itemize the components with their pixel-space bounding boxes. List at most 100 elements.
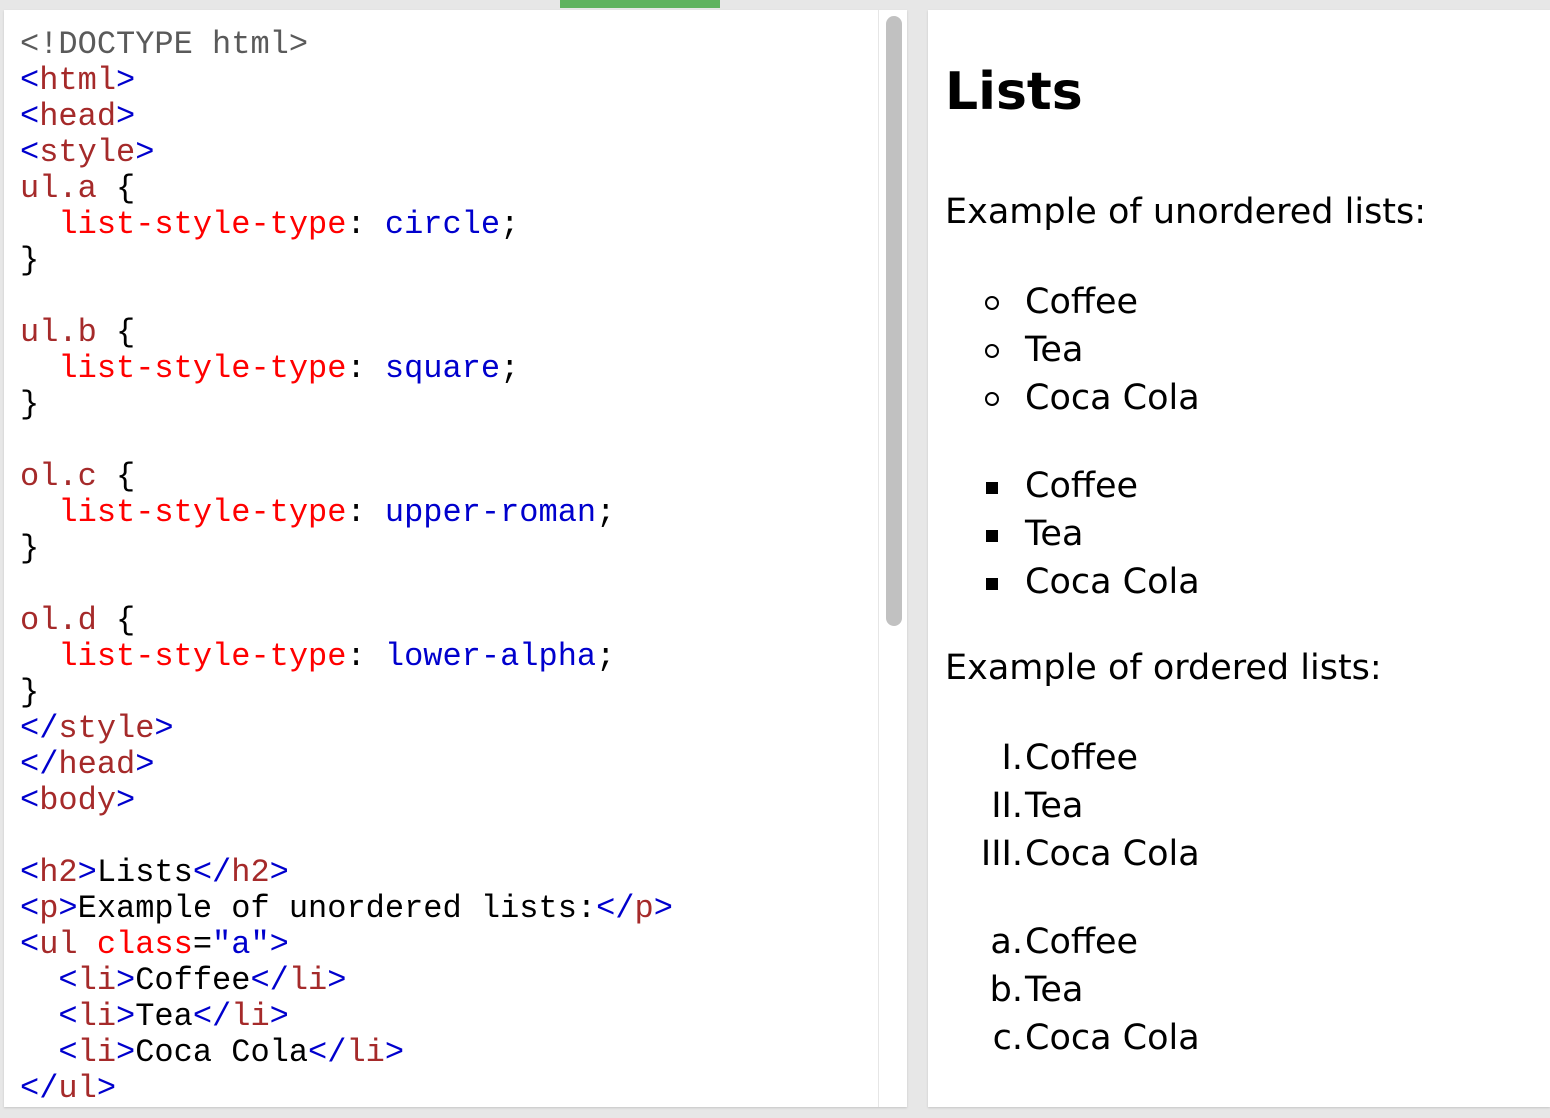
list-item: Coca Cola [945, 374, 1505, 422]
code-token: ; [500, 206, 520, 243]
code-token: > [116, 98, 136, 135]
circle-bullet-icon [985, 296, 999, 310]
ordered-list-lower-alpha: a. Coffee b. Tea c. Coca Cola [945, 918, 1505, 1062]
code-token: h2 [39, 854, 78, 891]
code-line: } [20, 387, 673, 423]
code-token: head [58, 746, 136, 783]
code-token: > [116, 1034, 136, 1071]
code-token: body [39, 782, 117, 819]
list-item-text: Coffee [1025, 922, 1139, 962]
code-token: > [96, 1070, 117, 1107]
code-token: = [192, 926, 213, 963]
code-token: </ [596, 890, 635, 927]
square-bullet-icon [986, 578, 998, 590]
run-indicator-bar [560, 0, 720, 8]
code-token: : [346, 206, 385, 243]
code-token: ol.c [20, 458, 97, 495]
code-token: style [58, 710, 155, 747]
code-token: { [96, 602, 136, 639]
unordered-list-circle: Coffee Tea Coca Cola [945, 278, 1505, 422]
code-token: } [20, 674, 40, 711]
code-line: } [20, 243, 673, 279]
square-bullet-icon [986, 482, 998, 494]
code-token: > [116, 962, 136, 999]
list-item: a. Coffee [945, 918, 1505, 966]
list-item: I. Coffee [945, 734, 1505, 782]
code-token: > [135, 746, 155, 783]
circle-bullet-icon [985, 392, 999, 406]
code-token: html [39, 62, 117, 99]
list-item-text: Tea [1025, 514, 1084, 554]
code-token: < [20, 782, 40, 819]
code-token: square [384, 350, 501, 387]
code-token: } [20, 530, 40, 567]
code-token: </ [308, 1034, 347, 1071]
code-line: ol.c { [20, 459, 673, 495]
code-token: list-style-type [58, 206, 347, 243]
code-editor-text[interactable]: <!DOCTYPE html> <html> <head> <style> ul.a {… [20, 27, 673, 1107]
code-token: : [346, 638, 385, 675]
code-token: ul.a [20, 170, 97, 207]
list-item: Coca Cola [945, 558, 1505, 606]
editor-scrollbar-thumb[interactable] [886, 16, 902, 626]
list-item: b. Tea [945, 966, 1505, 1014]
list-item: II. Tea [945, 782, 1505, 830]
code-token: } [20, 242, 40, 279]
list-item: Coffee [945, 278, 1505, 326]
code-token: > [653, 890, 673, 927]
code-token: Example of unordered lists: [77, 890, 597, 927]
code-token: list-style-type [58, 494, 347, 531]
code-token: </ [20, 1070, 59, 1107]
code-token: ol.d [20, 602, 97, 639]
code-token: { [96, 170, 136, 207]
code-line: <h2>Lists</h2> [20, 855, 673, 891]
code-token: li [231, 998, 270, 1035]
circle-bullet-icon [985, 344, 999, 358]
code-line: <li>Tea</li> [20, 999, 673, 1035]
code-line: <!DOCTYPE html> [20, 27, 673, 63]
code-token: </ [192, 998, 232, 1035]
code-line: ul.a { [20, 171, 673, 207]
code-token: <!DOCTYPE html> [20, 26, 309, 63]
list-number-marker: b. [989, 970, 1023, 1010]
list-number-marker: I. [1001, 738, 1023, 778]
unordered-list-square: Coffee Tea Coca Cola [945, 462, 1505, 606]
ordered-list-upper-roman: I. Coffee II. Tea III. Coca Cola [945, 734, 1505, 878]
code-token: { [96, 314, 136, 351]
code-editor-panel[interactable]: <!DOCTYPE html> <html> <head> <style> ul.a {… [4, 10, 907, 1107]
code-token: "a" [212, 926, 270, 963]
code-line: <head> [20, 99, 673, 135]
code-token: > [269, 854, 289, 891]
code-line: list-style-type: circle; [20, 207, 673, 243]
code-token: </ [20, 746, 59, 783]
code-token: < [20, 62, 40, 99]
list-item-text: Tea [1025, 970, 1084, 1010]
code-token: Tea [135, 998, 193, 1035]
code-token: head [39, 98, 117, 135]
list-number-marker: a. [990, 922, 1023, 962]
list-item-text: Coca Cola [1025, 378, 1200, 418]
code-token: Lists [96, 854, 193, 891]
code-token: < [20, 854, 40, 891]
code-token: lower-alpha [384, 638, 597, 675]
list-item-text: Tea [1025, 330, 1084, 370]
code-token: > [77, 854, 97, 891]
list-number-marker: c. [992, 1018, 1023, 1058]
code-token: > [327, 962, 347, 999]
code-token: > [269, 926, 289, 963]
code-token: circle [384, 206, 501, 243]
ordered-intro-text: Example of ordered lists: [945, 648, 1382, 688]
code-token: < [58, 1034, 78, 1071]
code-token: > [269, 998, 289, 1035]
code-token: { [96, 458, 136, 495]
code-token: ul [39, 926, 78, 963]
code-token: style [39, 134, 136, 171]
list-item-text: Coffee [1025, 282, 1139, 322]
code-token: > [384, 1034, 405, 1071]
